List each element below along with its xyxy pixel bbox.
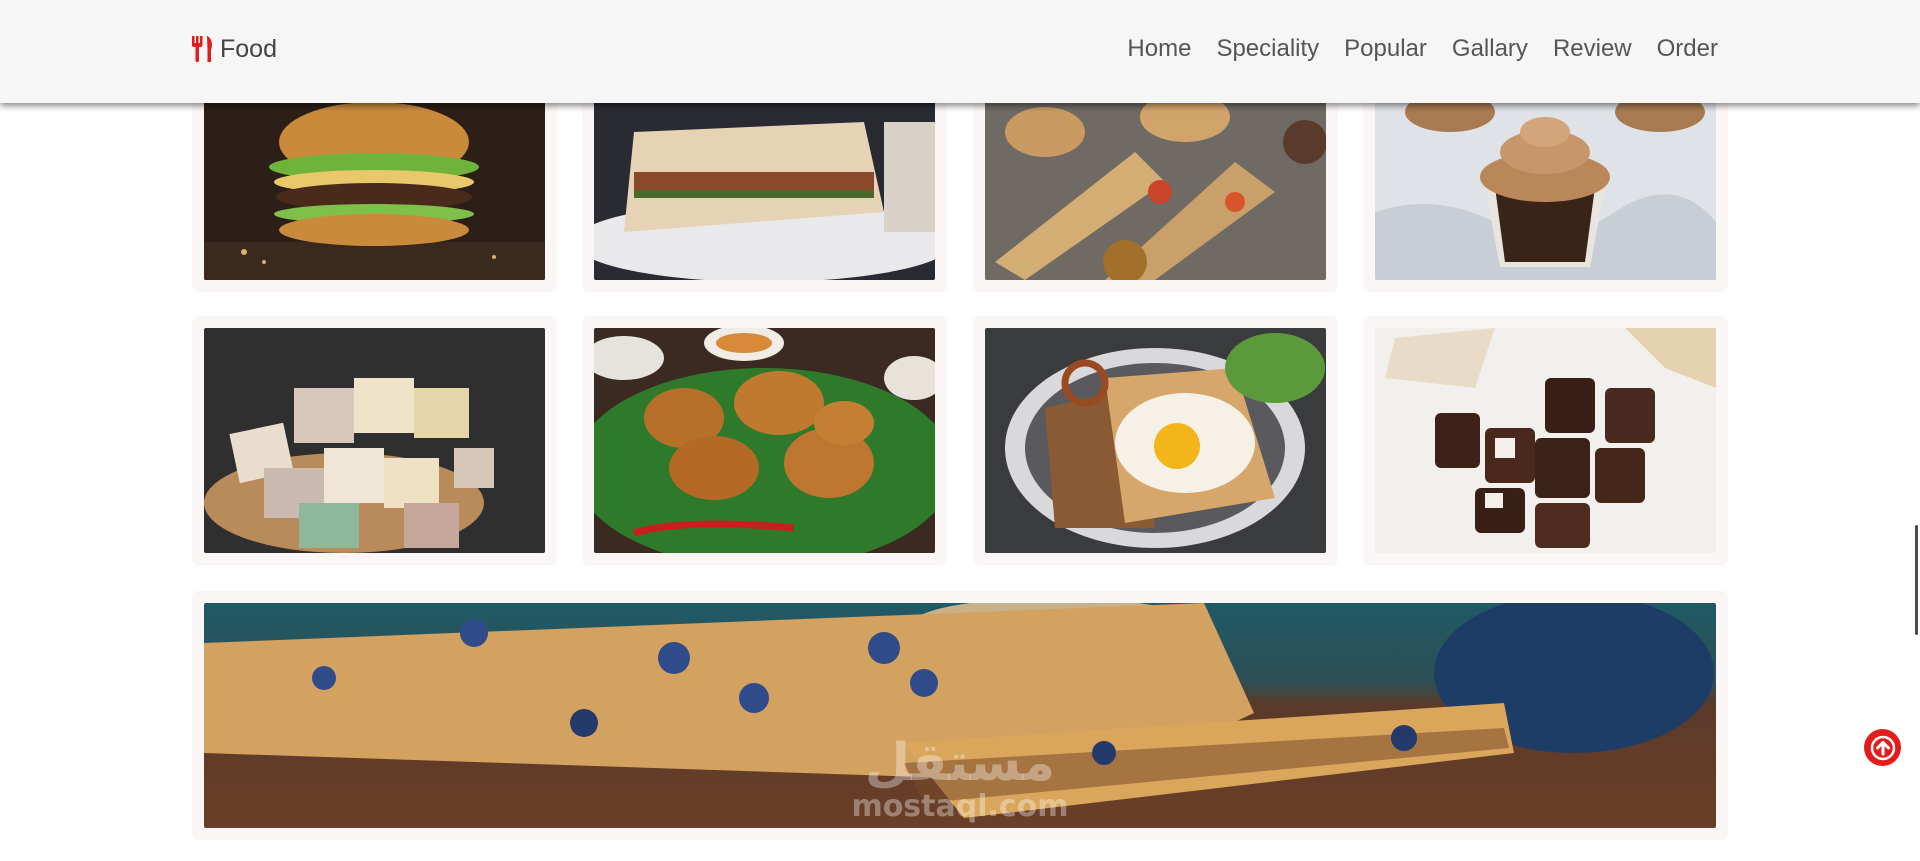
nav-home[interactable]: Home [1127,35,1191,63]
oat-bar-image [204,603,1716,828]
gallery-card[interactable] [582,316,947,565]
scroll-top-button[interactable] [1864,729,1901,766]
nav-popular[interactable]: Popular [1344,35,1427,63]
burger-image [204,92,545,280]
wraps-image [985,92,1326,280]
logo-link[interactable]: Food [190,31,277,67]
cupcake-image [1375,92,1716,280]
chocolate-image [1375,328,1716,553]
fried-chicken-image [594,328,935,553]
nav-order[interactable]: Order [1657,35,1718,63]
page-scrollbar[interactable] [1915,525,1918,635]
arrow-up-icon [1870,735,1895,760]
utensils-icon [192,36,212,62]
gallery-card[interactable] [1363,80,1728,292]
nav-review[interactable]: Review [1553,35,1632,63]
logo-text: Food [220,34,277,63]
gallery-card[interactable] [192,591,1728,840]
main-nav: Home Speciality Popular Gallary Review O… [1102,31,1718,67]
sandwich-image [594,92,935,280]
gallery-card[interactable] [582,80,947,292]
egg-toast-image [985,328,1326,553]
nav-gallary[interactable]: Gallary [1452,35,1528,63]
gallery-card[interactable] [192,316,557,565]
site-header: Food Home Speciality Popular Gallary Rev… [0,0,1920,103]
gallery-card[interactable] [1363,316,1728,565]
gallery-card[interactable] [973,80,1338,292]
soap-cubes-image [204,328,545,553]
nav-speciality[interactable]: Speciality [1216,35,1319,63]
gallery-card[interactable] [192,80,557,292]
gallery-card[interactable] [973,316,1338,565]
